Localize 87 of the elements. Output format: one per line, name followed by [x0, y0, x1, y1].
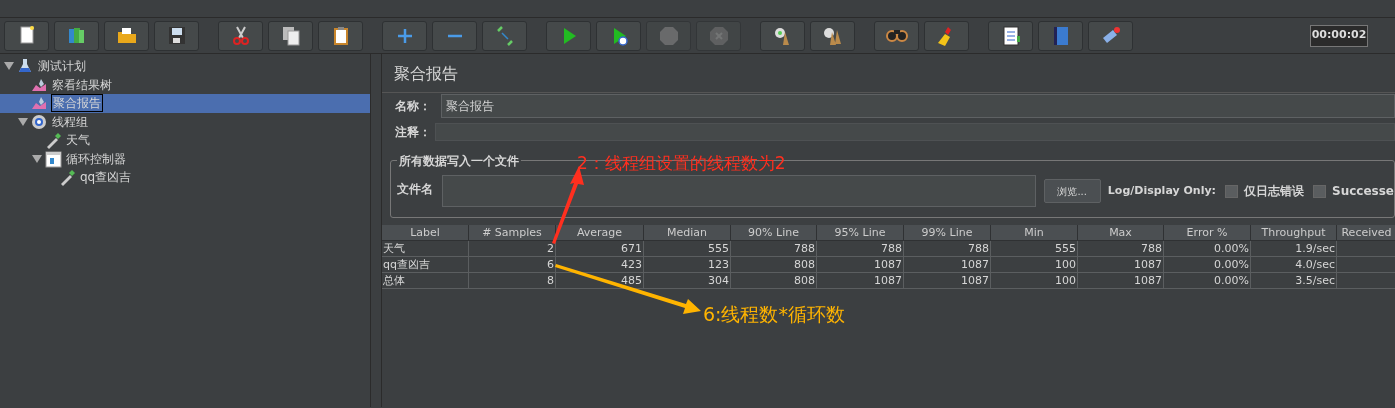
timer-display: 00:00:02: [1310, 24, 1368, 47]
file-name-field[interactable]: [442, 175, 1036, 207]
table-cell: 555: [644, 241, 731, 257]
toolbar-button[interactable]: [924, 20, 969, 51]
expand-toggle-icon[interactable]: [32, 153, 44, 164]
toolbar-button[interactable]: [988, 20, 1033, 51]
expand-toggle-icon[interactable]: [4, 61, 16, 72]
table-cell: 304: [644, 273, 731, 289]
table-cell: 788: [1078, 241, 1164, 257]
table-cell: 788: [904, 241, 991, 257]
toolbar-button[interactable]: [810, 20, 855, 51]
threads-icon: [30, 112, 48, 131]
table-cell: 2: [469, 241, 556, 257]
column-header[interactable]: Min: [991, 225, 1078, 241]
table-cell: 1087: [817, 273, 904, 289]
checkbox[interactable]: [1225, 184, 1238, 198]
table-cell: 555: [991, 241, 1078, 257]
table-cell: 1087: [904, 257, 991, 273]
checkbox-label: Successe: [1332, 183, 1394, 200]
table-cell: 总体: [382, 273, 469, 289]
tree-item[interactable]: 测试计划: [37, 58, 87, 75]
column-header[interactable]: Max: [1078, 225, 1164, 241]
tree-item[interactable]: 循环控制器: [65, 150, 127, 167]
tree-item[interactable]: 聚合报告: [51, 94, 103, 113]
field-label: 注释：: [395, 124, 432, 141]
table-cell: 123: [644, 257, 731, 273]
column-header[interactable]: Average: [556, 225, 644, 241]
table-cell: 788: [731, 241, 817, 257]
toolbar-button[interactable]: [596, 20, 641, 51]
controller-icon: [44, 149, 62, 168]
tree-item[interactable]: 线程组: [51, 113, 89, 130]
table-cell: 100: [991, 257, 1078, 273]
table-cell: 4.0/sec: [1251, 257, 1337, 273]
minus-icon: [446, 33, 463, 38]
table-cell: 1087: [817, 257, 904, 273]
checkbox-label: 仅日志错误: [1244, 183, 1304, 200]
column-header[interactable]: Label: [382, 225, 469, 241]
toolbar-button[interactable]: [4, 20, 49, 51]
name-field[interactable]: 聚合报告: [441, 93, 1395, 118]
column-header[interactable]: 95% Line: [817, 225, 904, 241]
table-cell: 100: [991, 273, 1078, 289]
column-header[interactable]: 90% Line: [731, 225, 817, 241]
panel-title: 聚合报告: [393, 63, 459, 85]
table-cell: 671: [556, 241, 644, 257]
tree-item[interactable]: 察看结果树: [51, 76, 113, 93]
table-cell: 0.00%: [1164, 241, 1251, 257]
table-cell: 1087: [904, 273, 991, 289]
table-cell: 6: [469, 257, 556, 273]
expand-toggle-icon[interactable]: [18, 116, 30, 127]
toolbar-button[interactable]: [54, 20, 99, 51]
column-header[interactable]: Error %: [1164, 225, 1251, 241]
table-cell: 1.9/sec: [1251, 241, 1337, 257]
table-cell: 788: [817, 241, 904, 257]
table-cell: 1087: [1078, 273, 1164, 289]
annotation-text: 6:线程数*循环数: [703, 305, 845, 324]
column-header[interactable]: 99% Line: [904, 225, 991, 241]
browse-button[interactable]: 浏览...: [1043, 179, 1101, 203]
table-cell: 808: [731, 257, 817, 273]
table-cell: 0.00%: [1164, 257, 1251, 273]
log-display-label: Log/Display Only:: [1107, 182, 1216, 199]
table-cell: 0.00%: [1164, 273, 1251, 289]
toolbar-button[interactable]: [218, 20, 263, 51]
column-header[interactable]: # Samples: [469, 225, 556, 241]
table-cell: 8: [469, 273, 556, 289]
table-cell: qq查凶吉: [382, 257, 469, 273]
column-header[interactable]: Median: [644, 225, 731, 241]
field-label: 名称：: [395, 97, 432, 115]
table-cell: 1087: [1078, 257, 1164, 273]
toolbar-button[interactable]: [874, 20, 919, 51]
toolbar-button[interactable]: [154, 20, 199, 51]
group-title: 所有数据写入一个文件: [397, 152, 521, 170]
annotation-text: 2：线程组设置的线程数为2: [577, 155, 786, 172]
tree-item[interactable]: qq查凶吉: [79, 169, 133, 186]
tree-item[interactable]: 天气: [65, 132, 91, 149]
table-cell: 天气: [382, 241, 469, 257]
toolbar-button[interactable]: [318, 20, 363, 51]
toolbar-button[interactable]: [1088, 20, 1133, 51]
table-cell: 808: [731, 273, 817, 289]
column-header[interactable]: Throughput: [1251, 225, 1337, 241]
field-label: 文件名: [397, 181, 434, 198]
checkbox[interactable]: [1313, 184, 1326, 198]
toolbar-button[interactable]: [104, 20, 149, 51]
table-cell: 3.5/sec: [1251, 273, 1337, 289]
toolbar-button[interactable]: [760, 20, 805, 51]
toolbar-button[interactable]: [268, 20, 313, 51]
column-header[interactable]: Received: [1337, 225, 1395, 241]
search-icon: [885, 28, 908, 43]
